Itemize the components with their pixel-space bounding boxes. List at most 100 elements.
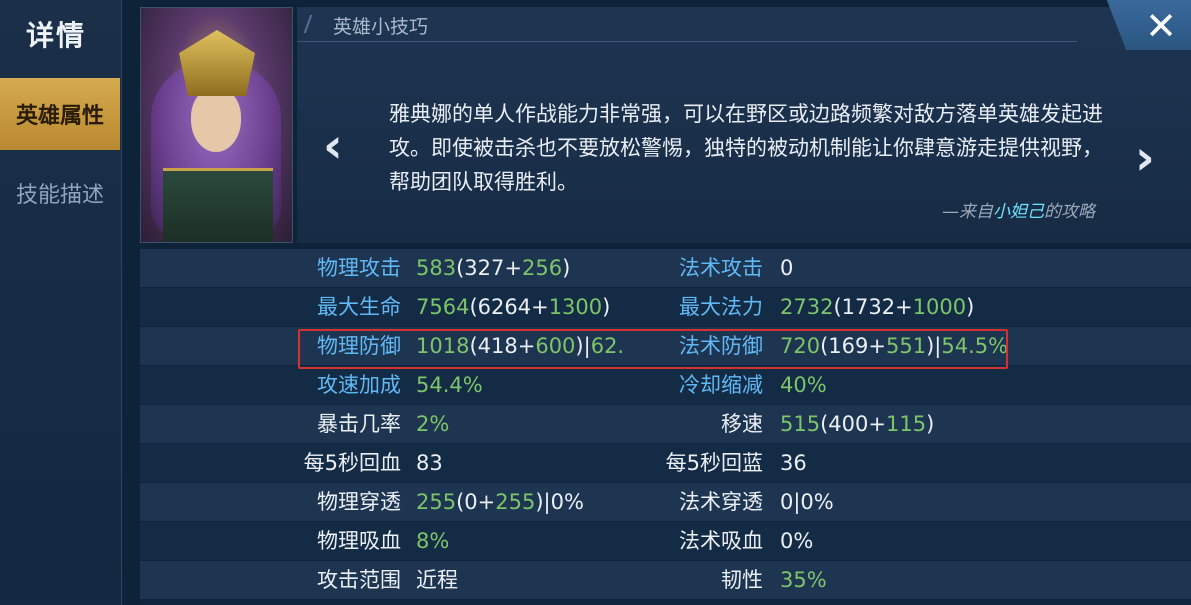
stat-value: 1018(418+600)|62. — [416, 327, 624, 365]
stat-row: 暴击几率 2% 移速 515(400+115) — [140, 405, 1191, 443]
tip-text: 雅典娜的单人作战能力非常强，可以在野区或边路频繁对敌方落单英雄发起进攻。即使被击… — [389, 102, 1103, 194]
stat-value-part: (400+ — [820, 412, 886, 436]
stat-value-part: 0|0% — [780, 490, 834, 514]
hero-portrait — [140, 7, 293, 243]
stat-value: 8% — [416, 522, 449, 560]
tip-source: —来自小妲己的攻略 — [942, 197, 1095, 222]
stat-value-part: 62. — [590, 334, 625, 358]
stat-row: 物理攻击 583(327+256) 法术攻击 0 — [140, 249, 1191, 287]
stat-label: 法术攻击 — [679, 256, 763, 280]
stat-value-part: 近程 — [416, 568, 458, 592]
next-tip-arrow-icon[interactable]: › — [1135, 130, 1155, 186]
stat-label: 韧性 — [721, 568, 763, 592]
sidebar-title: 详情 — [25, 19, 86, 52]
stat-label: 物理穿透 — [317, 490, 401, 514]
tip-source-prefix: —来自 — [942, 202, 993, 222]
tab-hero-attributes[interactable]: 英雄属性 — [0, 78, 120, 150]
stat-label: 暴击几率 — [317, 412, 401, 436]
stat-value-part: 720 — [780, 334, 821, 358]
stat-value-part: 551 — [885, 334, 927, 358]
stat-value-part: (418+ — [469, 334, 536, 358]
stat-value: 2732(1732+1000) — [780, 288, 974, 326]
sidebar: 详情 英雄属性 技能描述 — [0, 0, 122, 605]
portrait-armor — [163, 168, 273, 242]
stat-label: 物理攻击 — [317, 256, 401, 280]
stat-value-part: 0% — [780, 529, 814, 553]
stat-value: 35% — [780, 561, 827, 599]
stat-value-part: 1018 — [416, 334, 470, 358]
close-button[interactable]: ✕ — [1106, 0, 1191, 50]
portrait-helmet — [179, 30, 255, 96]
stat-label: 法术防御 — [679, 334, 763, 358]
stat-value-part: 8% — [416, 529, 450, 553]
stat-row: 攻击范围 近程 韧性 35% — [140, 561, 1191, 599]
stat-value-part: )|0% — [535, 490, 584, 514]
stat-label: 冷却缩减 — [679, 373, 763, 397]
stat-value-part: 36 — [780, 451, 807, 475]
stat-value-part: (0+ — [456, 490, 496, 514]
tip-source-suffix: 的攻略 — [1044, 202, 1095, 222]
stat-value: 0|0% — [780, 483, 834, 521]
close-icon: ✕ — [1145, 4, 1177, 48]
stat-value-part: )| — [575, 334, 591, 358]
stat-value: 83 — [416, 444, 443, 482]
stat-value-part: 40% — [780, 373, 827, 397]
stat-value-part: 256 — [521, 256, 563, 280]
stat-value-part: 115 — [885, 412, 927, 436]
stat-label: 每5秒回血 — [303, 451, 401, 475]
stat-row: 攻速加成 54.4% 冷却缩减 40% — [140, 366, 1191, 404]
stat-value-part: 255 — [495, 490, 536, 514]
stat-value-part: 600 — [535, 334, 576, 358]
stat-label: 最大法力 — [679, 295, 763, 319]
stat-value-part: 2% — [416, 412, 450, 436]
stat-value-part: 83 — [416, 451, 443, 475]
stat-row: 每5秒回血 83 每5秒回蓝 36 — [140, 444, 1191, 482]
tip-source-author[interactable]: 小妲己 — [993, 202, 1044, 222]
stat-value-part: ) — [602, 295, 611, 319]
stat-row: 物理吸血 8% 法术吸血 0% — [140, 522, 1191, 560]
stat-value-part: 515 — [780, 412, 821, 436]
stat-value-part: 54.4% — [416, 373, 483, 397]
stat-label: 攻速加成 — [317, 373, 401, 397]
prev-tip-arrow-icon[interactable]: ‹ — [323, 118, 343, 174]
tips-header: 英雄小技巧 — [333, 16, 429, 38]
stat-value: 515(400+115) — [780, 405, 934, 443]
stat-row: 物理防御 1018(418+600)|62. 法术防御 720(169+551)|54… — [140, 327, 1191, 365]
stats-table: 物理攻击 583(327+256) 法术攻击 0 最大生命 7564(6264+1300)… — [140, 249, 1191, 605]
tab-skill-description[interactable]: 技能描述 — [0, 157, 120, 229]
stat-value-part: 1300 — [548, 295, 603, 319]
stat-value-part: (169+ — [820, 334, 886, 358]
decorative-slash-icon — [303, 15, 325, 33]
stat-value-part: (327+ — [456, 256, 522, 280]
stat-value-part: 35% — [780, 568, 827, 592]
stat-value: 720(169+551)|54.5% — [780, 327, 1008, 365]
stat-label: 每5秒回蓝 — [665, 451, 763, 475]
stat-value-part: ) — [926, 412, 935, 436]
stat-label: 法术穿透 — [679, 490, 763, 514]
stat-value: 36 — [780, 444, 807, 482]
stat-value: 583(327+256) — [416, 249, 570, 287]
stat-value-part: (6264+ — [469, 295, 549, 319]
stat-label: 移速 — [721, 412, 763, 436]
stat-value-part: )| — [926, 334, 942, 358]
stat-value: 40% — [780, 366, 827, 404]
stat-row: 最大生命 7564(6264+1300) 最大法力 2732(1732+1000) — [140, 288, 1191, 326]
stat-value-part: 2732 — [780, 295, 834, 319]
stat-label: 攻击范围 — [317, 568, 401, 592]
stat-value-part: 0 — [780, 256, 794, 280]
stat-value-part: ) — [562, 256, 571, 280]
stat-label: 物理防御 — [317, 334, 401, 358]
portrait-face — [191, 88, 241, 152]
stat-value: 7564(6264+1300) — [416, 288, 610, 326]
stat-label: 物理吸血 — [317, 529, 401, 553]
stat-label: 法术吸血 — [679, 529, 763, 553]
stat-value-part: (1732+ — [833, 295, 913, 319]
stat-value: 54.4% — [416, 366, 483, 404]
stat-value: 0% — [780, 522, 813, 560]
stat-value-part: 54.5% — [941, 334, 1009, 358]
stat-value-part: 7564 — [416, 295, 470, 319]
stat-value: 0 — [780, 249, 793, 287]
stat-value-part: ) — [966, 295, 975, 319]
stat-value: 2% — [416, 405, 449, 443]
stat-value-part: 1000 — [912, 295, 967, 319]
